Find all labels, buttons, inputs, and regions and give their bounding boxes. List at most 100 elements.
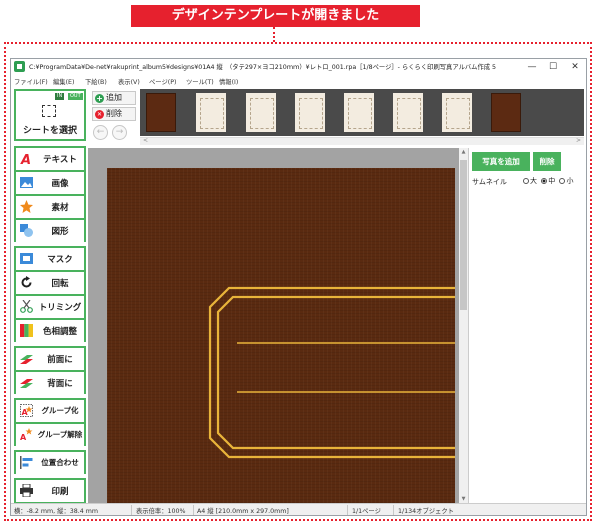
shape-icon <box>20 224 33 237</box>
scissors-icon <box>20 300 33 313</box>
mask-button[interactable]: マスク <box>16 248 84 270</box>
app-window: C:¥ProgramData¥De-net¥rakuprint_album5¥d… <box>10 58 587 516</box>
add-image-button[interactable]: + 追加 <box>92 91 136 105</box>
status-bar: 横：-8.2 mm, 縦：38.4 mm 表示倍率：100% A4 縦 [210… <box>11 503 586 515</box>
send-back-icon <box>20 379 33 388</box>
rotate-button[interactable]: 回転 <box>16 272 84 294</box>
text-button[interactable]: A テキスト <box>16 148 84 170</box>
send-back-button[interactable]: 背面に <box>16 372 84 394</box>
menu-file[interactable]: ファイル(F) <box>14 77 48 86</box>
shape-button[interactable]: 図形 <box>16 220 84 242</box>
title-bar: C:¥ProgramData¥De-net¥rakuprint_album5¥d… <box>11 59 586 75</box>
printer-icon <box>20 484 33 497</box>
toolbar-group-edit: マスク 回転 トリミング 色相調整 <box>14 246 86 342</box>
thumbnail-page-3[interactable] <box>246 93 276 132</box>
gold-frame-ornament <box>208 286 455 459</box>
menu-bar: ファイル(F) 編集(E) 下絵(B) 表示(V) ページ(P) ツール(T) … <box>11 75 586 88</box>
send-back-button-label: 背面に <box>47 379 73 389</box>
align-button[interactable]: 位置合わせ <box>16 452 84 474</box>
toolbar-group-grouping: A グループ化 A グループ解除 <box>14 398 86 446</box>
delete-image-button[interactable]: ✕ 削除 <box>92 107 136 121</box>
prev-arrow-icon[interactable]: ← <box>93 125 108 140</box>
canvas-area <box>88 148 464 503</box>
thumbnail-page-1[interactable] <box>146 93 176 132</box>
shape-button-label: 図形 <box>51 227 69 237</box>
thumbnail-page-8[interactable] <box>491 93 521 132</box>
scroll-left-icon[interactable]: < <box>143 137 148 144</box>
thumbnail-scrollbar[interactable]: < > <box>140 137 584 145</box>
delete-photo-button[interactable]: 削除 <box>533 152 561 171</box>
mask-button-label: マスク <box>47 255 73 265</box>
size-large-radio[interactable] <box>523 178 529 184</box>
minimize-button[interactable]: — <box>523 60 541 74</box>
close-circle-icon: ✕ <box>95 110 104 119</box>
banner-caption: デザインテンプレートが開きました <box>131 5 420 27</box>
next-arrow-icon[interactable]: → <box>112 125 127 140</box>
size-large-label: 大 <box>530 177 537 185</box>
ungroup-button-label: グループ解除 <box>37 430 83 439</box>
scrollbar-thumb[interactable] <box>460 160 467 310</box>
photo-panel: 写真を追加 削除 サムネイル 大 中 小 <box>468 148 586 503</box>
window-title: C:¥ProgramData¥De-net¥rakuprint_album5¥d… <box>29 64 497 71</box>
status-zoom: 表示倍率：100% <box>136 508 186 515</box>
scroll-up-icon[interactable]: ▲ <box>459 149 468 155</box>
callout-connector <box>273 27 275 42</box>
thumbnail-page-6[interactable] <box>393 93 423 132</box>
zoom-in-button[interactable]: IN <box>55 93 65 100</box>
status-objects: 1/134オブジェクト <box>398 508 454 515</box>
rotate-icon <box>21 276 32 288</box>
size-medium-label: 中 <box>548 177 556 185</box>
print-button[interactable]: 印刷 <box>16 480 84 502</box>
material-button[interactable]: 素材 <box>16 196 84 218</box>
add-photo-button[interactable]: 写真を追加 <box>472 152 530 171</box>
menu-edit[interactable]: 編集(E) <box>53 77 75 86</box>
album-page[interactable] <box>107 168 455 503</box>
thumbnail-strip <box>140 89 584 136</box>
size-small-label: 小 <box>566 177 574 185</box>
canvas-vertical-scrollbar[interactable]: ▲ ▼ <box>459 148 468 503</box>
thumbnail-page-5[interactable] <box>344 93 374 132</box>
scroll-right-icon[interactable]: > <box>576 137 581 144</box>
left-toolbar: IN OUT シートを選択 A テキスト 画像 素材 図形 マスク 回転 トリミ… <box>11 88 88 515</box>
zoom-out-button[interactable]: OUT <box>68 93 83 100</box>
size-small-radio[interactable] <box>559 178 566 184</box>
bring-front-button-label: 前面に <box>47 355 73 365</box>
menu-info[interactable]: 情報(I) <box>219 77 238 86</box>
add-image-label: 追加 <box>106 93 122 102</box>
close-button[interactable]: ✕ <box>566 60 584 74</box>
status-divider <box>393 505 394 515</box>
toolbar-group-insert: A テキスト 画像 素材 図形 <box>14 146 86 242</box>
size-medium-radio[interactable] <box>541 178 548 184</box>
align-button-label: 位置合わせ <box>41 458 79 467</box>
status-page: 1/1ページ <box>352 508 381 515</box>
rotate-button-label: 回転 <box>51 279 69 289</box>
maximize-button[interactable]: ☐ <box>544 60 562 74</box>
align-icon <box>20 456 33 469</box>
image-bar: + 追加 ✕ 削除 ← → < > <box>88 88 586 148</box>
bring-front-button[interactable]: 前面に <box>16 348 84 370</box>
hue-icon <box>20 324 33 337</box>
thumbnail-page-7[interactable] <box>442 93 472 132</box>
thumbnail-page-2[interactable] <box>196 93 226 132</box>
material-button-label: 素材 <box>51 203 69 213</box>
menu-tools[interactable]: ツール(T) <box>186 77 214 86</box>
thumbnail-page-4[interactable] <box>295 93 325 132</box>
trimming-button[interactable]: トリミング <box>16 296 84 318</box>
delete-image-label: 削除 <box>106 109 122 118</box>
menu-view[interactable]: 表示(V) <box>118 77 140 86</box>
menu-page[interactable]: ページ(P) <box>149 77 176 86</box>
image-button[interactable]: 画像 <box>16 172 84 194</box>
toolbar-group-align: 位置合わせ <box>14 450 86 474</box>
select-sheet-button[interactable]: IN OUT シートを選択 <box>14 89 86 141</box>
scroll-down-icon[interactable]: ▼ <box>459 496 468 502</box>
bring-front-icon <box>20 355 33 364</box>
ungroup-button[interactable]: A グループ解除 <box>16 424 84 446</box>
group-button[interactable]: A グループ化 <box>16 400 84 422</box>
hue-adjust-button[interactable]: 色相調整 <box>16 320 84 342</box>
group-button-label: グループ化 <box>41 406 79 415</box>
toolbar-group-print: 印刷 <box>14 478 86 504</box>
status-divider <box>193 505 194 515</box>
svg-text:A: A <box>20 433 27 441</box>
menu-background[interactable]: 下絵(B) <box>85 77 107 86</box>
thumbnail-size-options: 大 中 小 <box>521 176 573 186</box>
